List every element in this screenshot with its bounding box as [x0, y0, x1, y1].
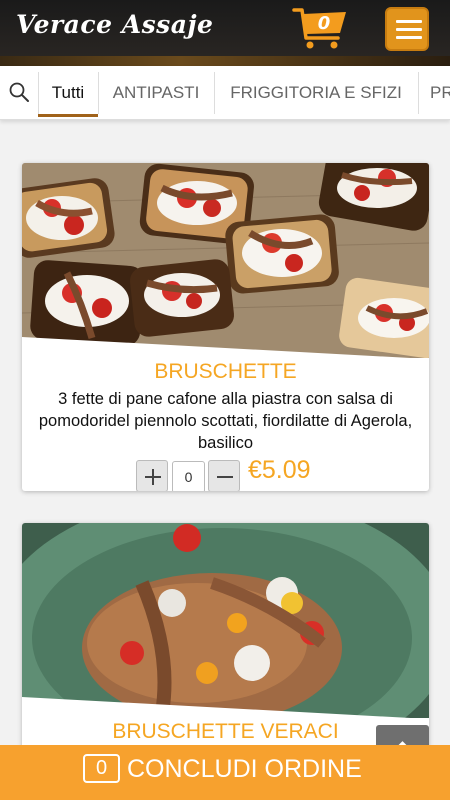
active-tab-indicator: [38, 114, 98, 117]
quantity-input[interactable]: 0: [172, 461, 205, 491]
app-header: Verace Assaje 0: [0, 0, 450, 60]
product-title: BRUSCHETTE VERACI: [112, 720, 339, 743]
product-card[interactable]: BRUSCHETTE 3 fette di pane cafone alla p…: [22, 163, 429, 491]
product-card[interactable]: BRUSCHETTE VERACI: [22, 523, 429, 763]
tab-friggitoria-e-sfizi[interactable]: FRIGGITORIA E SFIZI: [214, 66, 418, 119]
conclude-order-label: CONCLUDI ORDINE: [127, 755, 362, 783]
site-logo[interactable]: Verace Assaje: [16, 10, 213, 39]
quantity-row: 0 €5.09: [22, 454, 429, 491]
decrease-quantity-button[interactable]: [208, 460, 240, 491]
bruschette-photo: [22, 163, 429, 358]
minus-icon: [217, 476, 233, 478]
tab-pr[interactable]: PR: [418, 66, 450, 119]
product-image: [22, 163, 429, 358]
plus-icon: [145, 469, 161, 485]
cart-count: 0: [317, 13, 331, 34]
product-price: €5.09: [248, 456, 311, 484]
category-tabs: Tutti ANTIPASTI FRIGGITORIA E SFIZI PR: [0, 66, 450, 120]
product-title: BRUSCHETTE: [154, 360, 297, 383]
bruschette-veraci-photo: [22, 523, 429, 718]
tab-label: Tutti: [51, 83, 85, 102]
header-decor-strip: [0, 56, 450, 66]
order-count-badge: 0: [83, 754, 120, 783]
search-icon[interactable]: [8, 81, 30, 103]
tab-label: FRIGGITORIA E SFIZI: [230, 83, 402, 102]
product-description: 3 fette di pane cafone alla piastra con …: [38, 390, 413, 452]
cart-button[interactable]: 0: [292, 6, 348, 50]
product-image: [22, 523, 429, 718]
conclude-order-bar[interactable]: 0 CONCLUDI ORDINE: [0, 745, 450, 800]
tab-label: PR: [430, 83, 450, 102]
tab-label: ANTIPASTI: [112, 83, 200, 102]
increase-quantity-button[interactable]: [136, 460, 168, 491]
tab-tutti[interactable]: Tutti: [38, 66, 98, 119]
hamburger-menu-icon: [396, 20, 422, 23]
tab-antipasti[interactable]: ANTIPASTI: [98, 66, 214, 119]
menu-button[interactable]: [385, 7, 429, 51]
